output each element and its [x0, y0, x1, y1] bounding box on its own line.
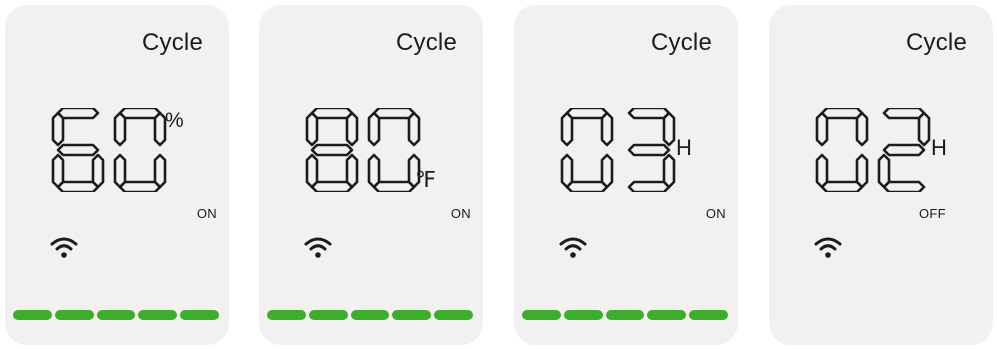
digit-segment — [820, 180, 864, 192]
card-title: Cycle — [650, 29, 712, 56]
digit-segment — [627, 180, 671, 192]
wifi-icon — [814, 235, 842, 259]
digit-segment — [51, 111, 65, 147]
progress-segment — [180, 310, 219, 320]
digit-segment — [560, 153, 574, 189]
digit-segment — [56, 108, 100, 120]
wifi-icon — [304, 235, 332, 259]
digit-segment — [310, 180, 354, 192]
digit-segment — [662, 111, 676, 147]
card-title: Cycle — [395, 29, 457, 56]
status-label: ON — [450, 206, 471, 221]
digit-segment — [407, 111, 421, 147]
digit-segment — [113, 111, 127, 147]
cycle-card-humidity[interactable]: Cycle % ON — [5, 5, 229, 345]
progress-segment — [605, 310, 645, 320]
progress-segment — [434, 310, 473, 320]
progress-segment — [308, 310, 348, 320]
progress-bar — [13, 310, 219, 320]
digit-segment — [118, 180, 162, 192]
wifi-glyph — [304, 237, 332, 258]
cycle-card-hours-on[interactable]: Cycle H ON — [514, 5, 738, 345]
digit-segment — [882, 143, 926, 157]
digit-segment — [113, 153, 127, 189]
progress-segment — [522, 310, 561, 320]
digit-segment — [627, 143, 671, 157]
digit-segment — [153, 111, 167, 147]
progress-segment — [13, 310, 52, 320]
digit-segment — [600, 111, 614, 147]
digit-segment — [367, 153, 381, 189]
digit-segment — [560, 111, 574, 147]
status-label: ON — [705, 206, 726, 221]
progress-bar — [522, 310, 728, 320]
unit-label: H — [676, 135, 692, 160]
unit-label: H — [931, 135, 947, 160]
digit-segment — [372, 180, 416, 192]
progress-segment — [689, 310, 728, 320]
digit-segment — [367, 111, 381, 147]
progress-segment — [96, 310, 136, 320]
progress-segment — [563, 310, 603, 320]
digit-segment — [565, 108, 609, 120]
unit-label: ℉ — [415, 167, 436, 192]
digit-segment — [565, 180, 609, 192]
digit-segment — [118, 108, 162, 120]
cycle-panels: Cycle % ON Cycle ℉ ON Cycle H ON Cycle H… — [0, 0, 997, 349]
cycle-card-temperature[interactable]: Cycle ℉ ON — [259, 5, 483, 345]
wifi-icon — [50, 235, 78, 259]
progress-segment — [392, 310, 432, 320]
digit-segment — [882, 180, 926, 192]
digit-segment — [627, 108, 671, 120]
progress-segment — [267, 310, 306, 320]
status-label: ON — [196, 206, 217, 221]
digit-segment — [91, 153, 105, 189]
digit-segment — [815, 111, 829, 147]
digit-segment — [815, 153, 829, 189]
progress-bar — [267, 310, 473, 320]
digit-segment — [345, 111, 359, 147]
progress-segment — [138, 310, 178, 320]
cycle-card-hours-off[interactable]: Cycle H OFF — [769, 5, 993, 345]
digit-segment — [855, 111, 869, 147]
digit-segment — [56, 180, 100, 192]
digit-segment — [372, 108, 416, 120]
status-label: OFF — [919, 206, 946, 221]
wifi-glyph — [559, 237, 587, 258]
digit-segment — [917, 111, 931, 147]
digit-segment — [56, 143, 100, 157]
card-title: Cycle — [905, 29, 967, 56]
digit-segment — [820, 108, 864, 120]
progress-segment — [647, 310, 687, 320]
wifi-icon — [559, 235, 587, 259]
digit-segment — [882, 108, 926, 120]
digit-segment — [310, 108, 354, 120]
progress-segment — [350, 310, 390, 320]
unit-label: % — [165, 109, 184, 132]
digit-segment — [305, 153, 319, 189]
wifi-glyph — [814, 237, 842, 258]
card-title: Cycle — [141, 29, 203, 56]
progress-segment — [54, 310, 94, 320]
digit-segment — [310, 143, 354, 157]
wifi-glyph — [50, 237, 78, 258]
digit-segment — [305, 111, 319, 147]
